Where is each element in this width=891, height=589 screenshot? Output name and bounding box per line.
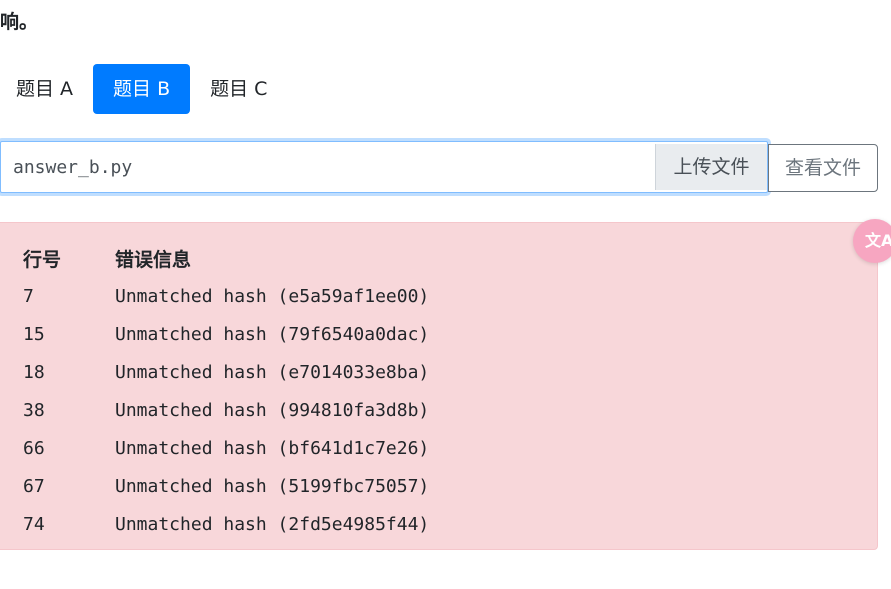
line-column-header: 行号 bbox=[23, 248, 62, 271]
table-row: 18 Unmatched hash (e7014033e8ba) bbox=[23, 353, 429, 391]
table-row: 7 Unmatched hash (e5a59af1ee00) bbox=[23, 277, 429, 315]
line-number: 74 bbox=[23, 513, 45, 535]
error-table: 行号 错误信息 7 Unmatched hash (e5a59af1ee00) … bbox=[23, 239, 429, 543]
file-input[interactable]: answer_b.py 上传文件 bbox=[0, 141, 768, 193]
line-number: 66 bbox=[23, 437, 45, 459]
tab-problem-c[interactable]: 题目 C bbox=[190, 64, 287, 114]
intro-text: 响。 bbox=[0, 11, 39, 33]
line-number: 15 bbox=[23, 323, 45, 345]
tab-problem-b[interactable]: 题目 B bbox=[93, 64, 191, 114]
error-table-header: 行号 错误信息 bbox=[23, 239, 429, 277]
problem-tabs: 题目 A 题目 B 题目 C bbox=[0, 64, 287, 114]
line-number: 38 bbox=[23, 399, 45, 421]
table-row: 67 Unmatched hash (5199fbc75057) bbox=[23, 467, 429, 505]
message-column-header: 错误信息 bbox=[115, 248, 192, 271]
upload-row: answer_b.py 上传文件 查看文件 bbox=[0, 141, 878, 193]
table-row: 38 Unmatched hash (994810fa3d8b) bbox=[23, 391, 429, 429]
line-number: 67 bbox=[23, 475, 45, 497]
translate-icon[interactable]: 文A bbox=[853, 219, 891, 263]
line-number: 7 bbox=[23, 285, 34, 307]
tab-problem-a[interactable]: 题目 A bbox=[0, 64, 93, 114]
file-name-label: answer_b.py bbox=[13, 157, 133, 178]
error-message: Unmatched hash (e5a59af1ee00) bbox=[115, 285, 430, 307]
error-panel: 行号 错误信息 7 Unmatched hash (e5a59af1ee00) … bbox=[0, 222, 878, 550]
error-message: Unmatched hash (e7014033e8ba) bbox=[115, 361, 430, 383]
upload-file-button[interactable]: 上传文件 bbox=[655, 144, 767, 190]
view-file-button[interactable]: 查看文件 bbox=[768, 144, 878, 192]
error-message: Unmatched hash (5199fbc75057) bbox=[115, 475, 430, 497]
line-number: 18 bbox=[23, 361, 45, 383]
error-message: Unmatched hash (2fd5e4985f44) bbox=[115, 513, 430, 535]
table-row: 66 Unmatched hash (bf641d1c7e26) bbox=[23, 429, 429, 467]
error-message: Unmatched hash (994810fa3d8b) bbox=[115, 399, 430, 421]
table-row: 74 Unmatched hash (2fd5e4985f44) bbox=[23, 505, 429, 543]
error-message: Unmatched hash (79f6540a0dac) bbox=[115, 323, 430, 345]
error-message: Unmatched hash (bf641d1c7e26) bbox=[115, 437, 430, 459]
table-row: 15 Unmatched hash (79f6540a0dac) bbox=[23, 315, 429, 353]
